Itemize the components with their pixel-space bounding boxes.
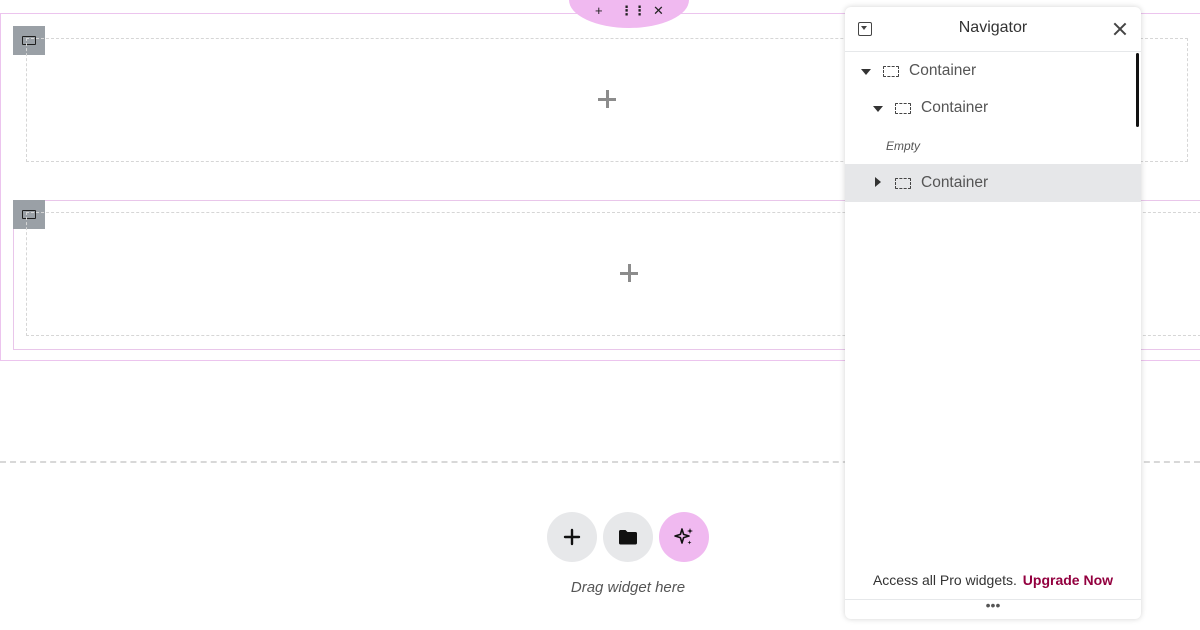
tree-item-label: Container <box>909 62 977 79</box>
container-icon <box>895 178 911 189</box>
ai-sparkle-icon <box>674 528 693 545</box>
navigator-title: Navigator <box>958 19 1028 36</box>
tree-item-label: Container <box>921 174 989 191</box>
drag-handle-icon[interactable]: ⋮⋮ <box>620 4 646 17</box>
upgrade-now-link[interactable]: Upgrade Now <box>1023 572 1113 588</box>
navigator-header[interactable]: Navigator <box>845 7 1141 52</box>
section-toolbar[interactable]: + ⋮⋮ ✕ <box>569 0 689 28</box>
tree-item-label: Container <box>921 99 989 116</box>
caret-down-icon[interactable] <box>873 106 883 112</box>
tree-item-container[interactable]: Container <box>845 52 1141 90</box>
caret-down-icon[interactable] <box>861 69 871 75</box>
more-dots-icon[interactable]: ••• <box>986 597 1001 613</box>
promo-text: Access all Pro widgets. <box>872 572 1017 588</box>
folder-icon <box>619 530 637 545</box>
add-template-button[interactable] <box>603 512 653 562</box>
editor-canvas: + ⋮⋮ ✕ Drag widget here Navigator Contai… <box>0 0 1200 630</box>
tree-item-container-selected[interactable]: Container <box>845 164 1141 202</box>
add-element-plus-icon[interactable] <box>597 89 617 109</box>
navigator-scrollbar[interactable] <box>1136 53 1139 127</box>
delete-section-icon[interactable]: ✕ <box>653 4 664 17</box>
close-icon[interactable] <box>1113 22 1127 36</box>
add-section-icon[interactable]: + <box>595 4 603 17</box>
container-icon <box>883 66 899 77</box>
pro-promo: Access all Pro widgets. Upgrade Now <box>845 572 1141 588</box>
caret-right-icon[interactable] <box>875 177 881 187</box>
plus-icon <box>563 528 581 546</box>
empty-placeholder: Empty <box>886 139 921 153</box>
navigator-resize-handle[interactable]: ••• <box>845 597 1141 619</box>
navigator-panel: Navigator Container Container Empty Cont… <box>845 7 1141 619</box>
tree-item-container[interactable]: Container <box>845 89 1141 127</box>
add-section-button[interactable] <box>547 512 597 562</box>
container-icon <box>895 103 911 114</box>
ai-generate-button[interactable] <box>659 512 709 562</box>
add-element-plus-icon[interactable] <box>619 263 639 283</box>
